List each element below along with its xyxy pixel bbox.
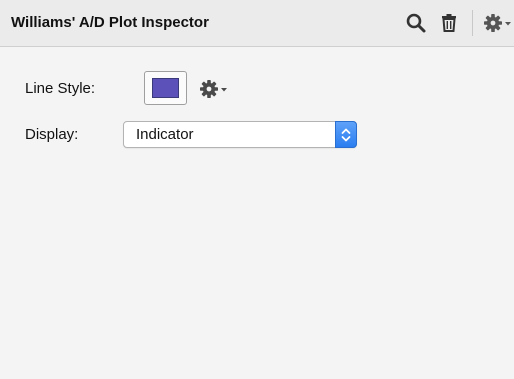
inspector-title: Williams' A/D Plot Inspector [11, 14, 209, 31]
line-style-color-well[interactable] [144, 71, 187, 105]
plot-inspector-panel: Williams' A/D Plot Inspector Line Style:… [0, 0, 514, 379]
trash-icon[interactable] [437, 11, 461, 35]
chevron-down-icon [221, 88, 227, 92]
chevron-down-icon [505, 22, 511, 26]
select-stepper-icon[interactable] [335, 121, 357, 148]
gear-icon[interactable] [482, 11, 514, 35]
display-label: Display: [25, 126, 79, 143]
line-style-label: Line Style: [25, 80, 96, 97]
display-select[interactable]: Indicator [123, 121, 357, 148]
header-divider [472, 10, 473, 36]
line-style-color-swatch [152, 78, 179, 98]
line-style-options-gear-icon[interactable] [198, 77, 234, 101]
inspector-header: Williams' A/D Plot Inspector [0, 0, 514, 47]
display-select-value: Indicator [136, 126, 194, 143]
search-icon[interactable] [404, 11, 428, 35]
